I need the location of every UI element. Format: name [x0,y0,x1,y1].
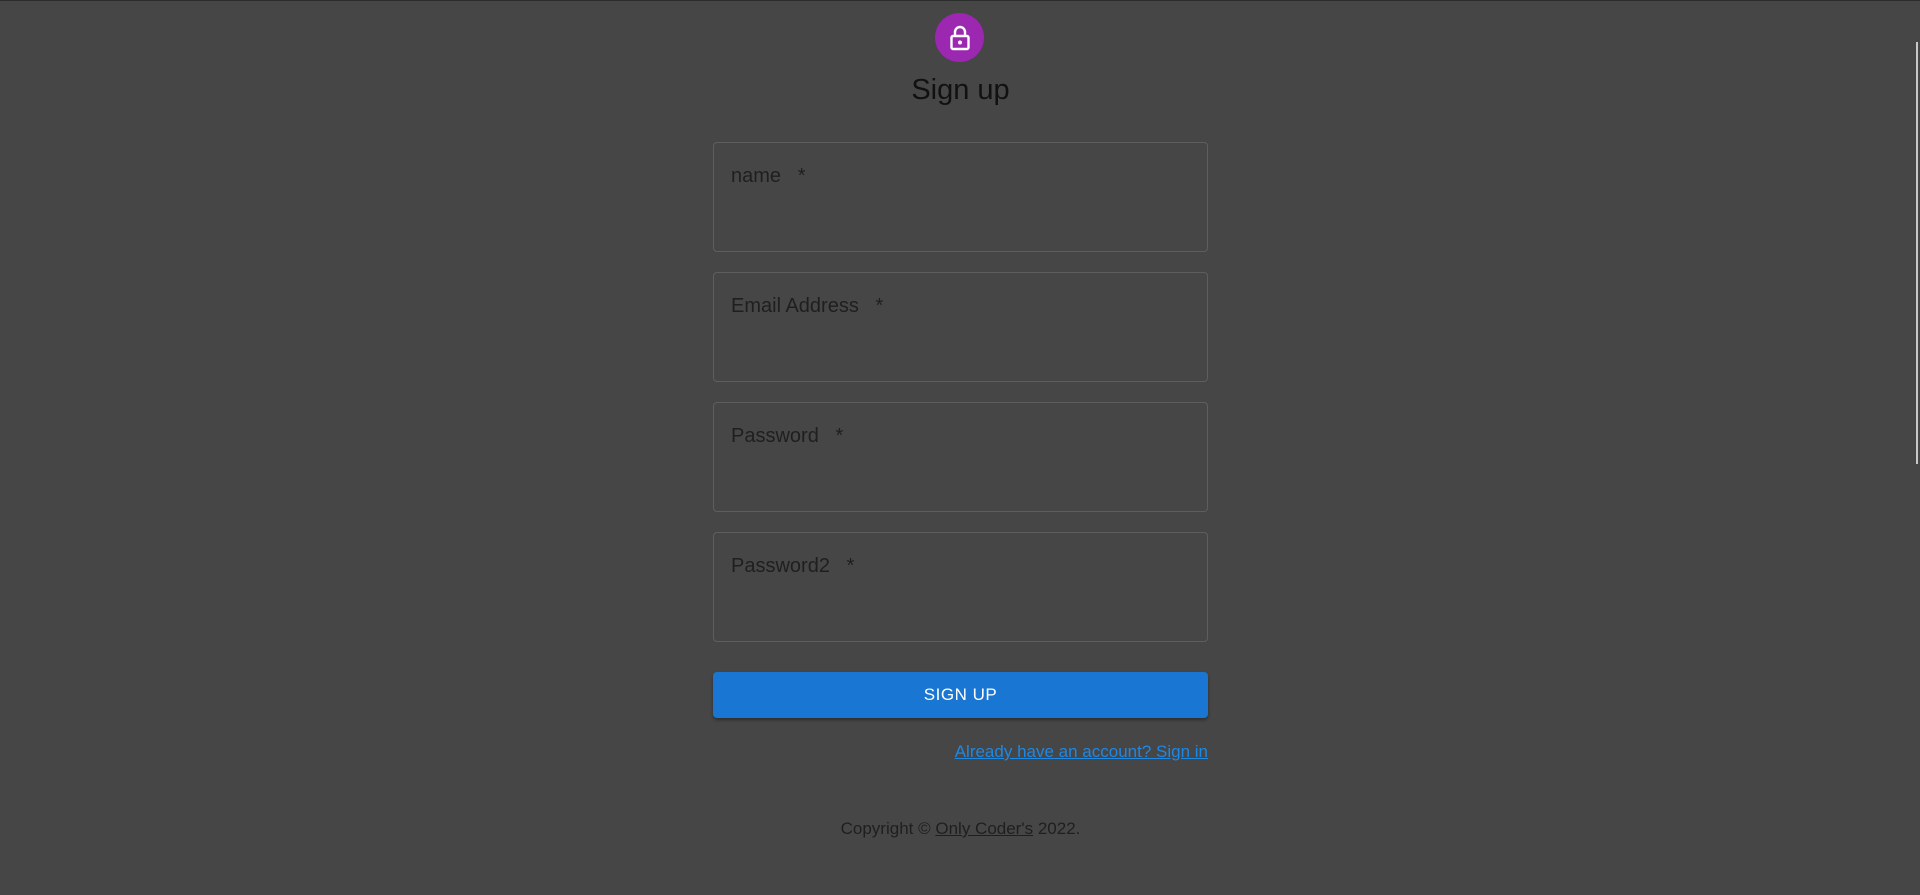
password2-input[interactable] [731,591,1190,623]
name-field[interactable]: name * [713,142,1208,252]
password2-field[interactable]: Password2 * [713,532,1208,642]
scrollbar[interactable] [1916,42,1918,464]
copyright-year: 2022. [1037,819,1081,838]
password-field[interactable]: Password * [713,402,1208,512]
name-input[interactable] [731,201,1190,233]
copyright-footer: Copyright © Only Coder's 2022. [713,819,1208,839]
lock-icon [949,25,971,51]
copyright-prefix: Copyright © [840,819,931,838]
signup-page: Sign up name * Email Address * Password … [0,0,1920,895]
brand-link[interactable]: Only Coder's [935,819,1033,838]
password-field-label: Password * [731,425,844,447]
email-input[interactable] [731,331,1190,363]
name-field-label: name * [731,165,806,187]
password2-field-label: Password2 * [731,555,855,577]
avatar [935,13,984,62]
password-input[interactable] [731,461,1190,493]
email-field-label: Email Address * [731,295,884,317]
email-field[interactable]: Email Address * [713,272,1208,382]
signin-link[interactable]: Already have an account? Sign in [955,742,1208,762]
signup-button[interactable]: SIGN UP [713,672,1208,718]
page-title: Sign up [911,74,1010,106]
